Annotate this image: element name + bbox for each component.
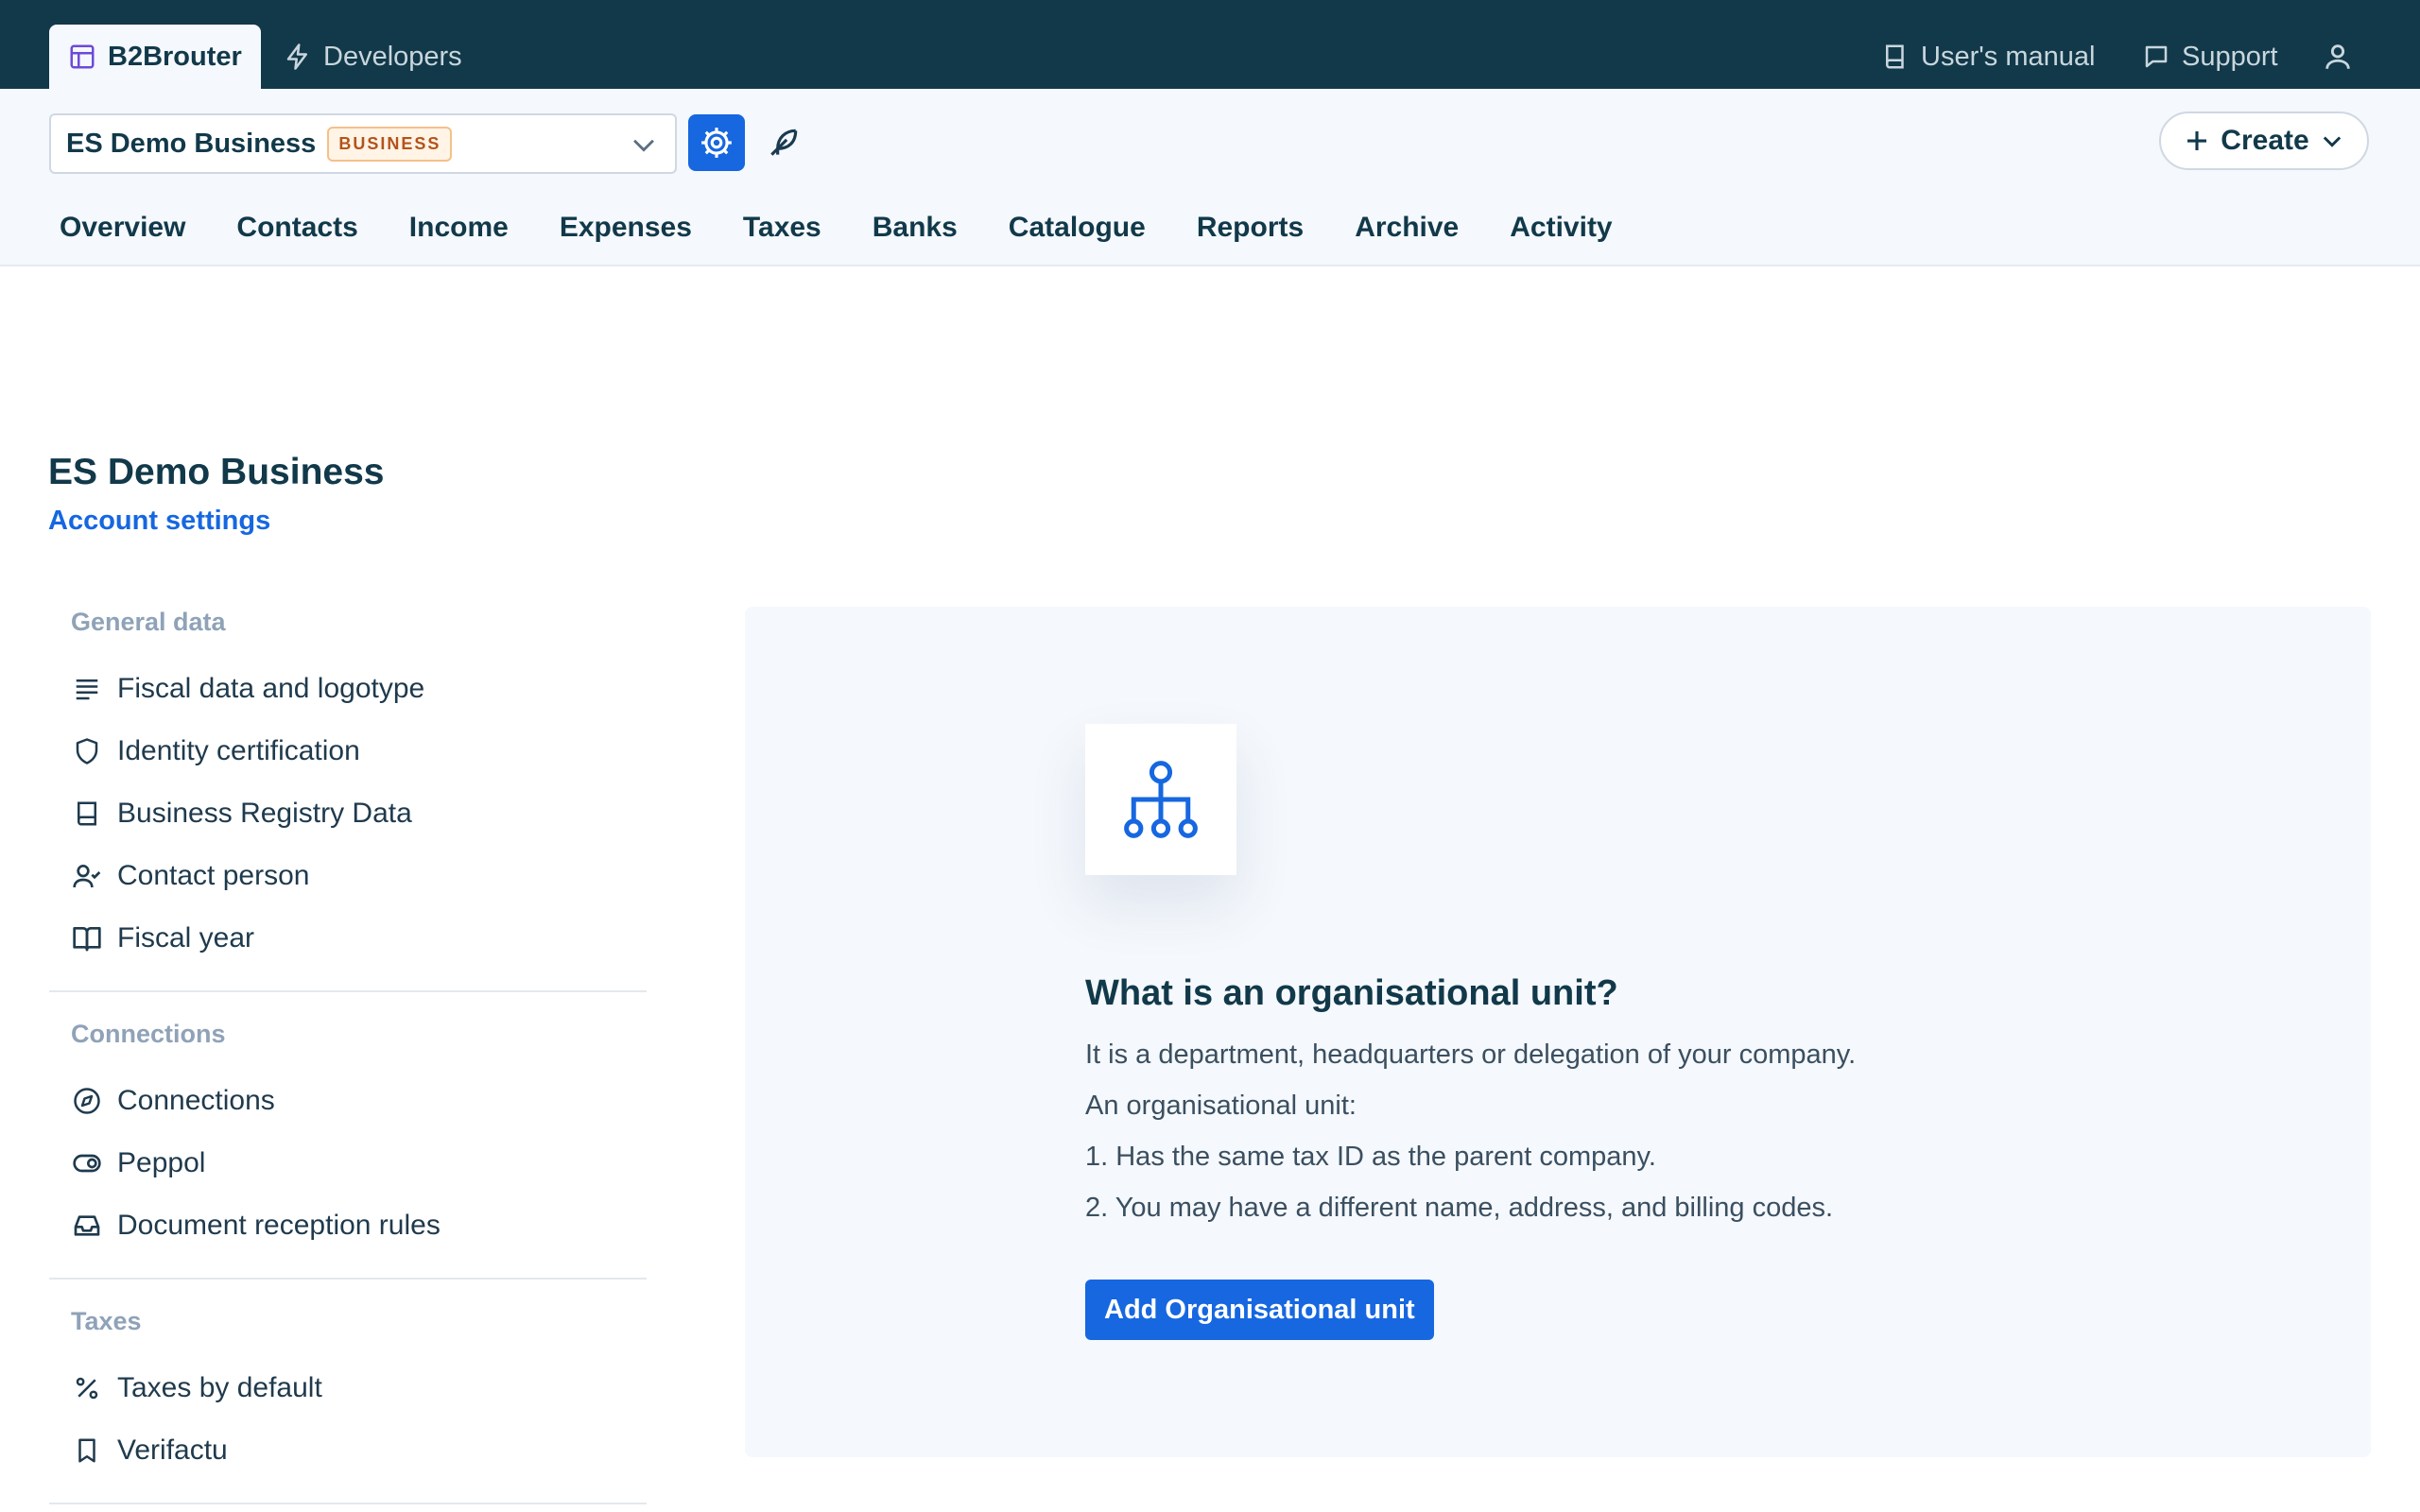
feather-button[interactable] (762, 121, 805, 164)
sidebar-item-connections[interactable]: Connections (49, 1070, 647, 1132)
sidebar-item-identity-certification[interactable]: Identity certification (49, 720, 647, 782)
account-selector[interactable]: ES Demo Business BUSINESS (49, 113, 677, 174)
empty-state-text: 1. Has the same tax ID as the parent com… (1085, 1142, 1656, 1172)
settings-button[interactable] (688, 114, 745, 171)
open-book-icon (72, 923, 102, 954)
feather-icon (766, 125, 802, 161)
empty-state-text: 2. You may have a different name, addres… (1085, 1193, 1834, 1223)
sidebar-divider (49, 1278, 647, 1280)
bolt-icon (284, 43, 312, 71)
sidebar-item-document-reception-rules[interactable]: Document reception rules (49, 1194, 647, 1257)
nav-contacts[interactable]: Contacts (211, 202, 383, 253)
organisational-unit-empty-state: What is an organisational unit? It is a … (745, 607, 2371, 1457)
nav-reports[interactable]: Reports (1171, 202, 1329, 253)
sidebar-item-label: Connections (117, 1085, 275, 1116)
app-tab-b2brouter[interactable]: B2Brouter (49, 25, 261, 89)
sidebar-item-contact-person[interactable]: Contact person (49, 845, 647, 907)
percent-icon (72, 1373, 102, 1403)
chevron-down-icon (2319, 128, 2345, 154)
app-tab-developers[interactable]: Developers (265, 25, 481, 89)
app-tab-label: B2Brouter (108, 41, 242, 72)
sidebar-divider (49, 1503, 647, 1504)
sidebar-item-label: Identity certification (117, 735, 360, 766)
book-icon (1881, 43, 1910, 71)
inbox-icon (72, 1211, 102, 1241)
create-label: Create (2221, 125, 2309, 156)
plan-badge: BUSINESS (327, 126, 453, 162)
sidebar-item-label: Fiscal data and logotype (117, 673, 425, 704)
create-button[interactable]: Create (2159, 112, 2369, 170)
empty-state-text: An organisational unit: (1085, 1091, 1357, 1121)
chevron-down-icon (628, 129, 660, 165)
user-icon (2322, 41, 2354, 73)
sidebar-item-label: Taxes by default (117, 1372, 322, 1403)
book-icon (72, 799, 102, 829)
toggle-icon (72, 1148, 102, 1178)
nav-taxes[interactable]: Taxes (717, 202, 847, 253)
nav-banks[interactable]: Banks (847, 202, 983, 253)
settings-sidebar: General data Fiscal data and logotype Id… (49, 586, 647, 1510)
sidebar-item-label: Fiscal year (117, 922, 255, 954)
empty-state-text: It is a department, headquarters or dele… (1085, 1040, 1857, 1070)
sidebar-item-peppol[interactable]: Peppol (49, 1132, 647, 1194)
support-label: Support (2182, 41, 2278, 72)
text-lines-icon (72, 674, 102, 704)
support-link[interactable]: Support (2142, 25, 2278, 89)
nav-income[interactable]: Income (384, 202, 534, 253)
user-menu-button[interactable] (2322, 25, 2354, 89)
plus-icon (2183, 127, 2211, 155)
app-tab-label: Developers (323, 41, 462, 72)
add-organisational-unit-button[interactable]: Add Organisational unit (1085, 1280, 1434, 1340)
sidebar-item-taxes-by-default[interactable]: Taxes by default (49, 1357, 647, 1419)
sidebar-group-title: Taxes (71, 1306, 142, 1335)
sidebar-item-fiscal-year[interactable]: Fiscal year (49, 907, 647, 970)
empty-state-title: What is an organisational unit? (1085, 973, 1618, 1013)
sidebar-item-label: Business Registry Data (117, 798, 412, 829)
sidebar-divider (49, 990, 647, 992)
sidebar-item-label: Peppol (117, 1147, 206, 1178)
nav-archive[interactable]: Archive (1329, 202, 1484, 253)
gear-icon (699, 125, 735, 161)
users-manual-link[interactable]: User's manual (1881, 25, 2095, 89)
nav-catalogue[interactable]: Catalogue (983, 202, 1171, 253)
compass-icon (72, 1086, 102, 1116)
main-nav: Overview Contacts Income Expenses Taxes … (34, 202, 1638, 253)
sidebar-group-title: Connections (71, 1019, 226, 1048)
illustration-tile (1085, 724, 1236, 875)
sidebar-item-label: Document reception rules (117, 1210, 441, 1241)
sidebar-item-label: Verifactu (117, 1435, 228, 1466)
nav-expenses[interactable]: Expenses (534, 202, 717, 253)
sidebar-item-verifactu[interactable]: Verifactu (49, 1419, 647, 1482)
sidebar-item-label: Contact person (117, 860, 310, 891)
top-bar: B2Brouter Developers User's manual Suppo… (0, 0, 2420, 89)
user-check-icon (72, 861, 102, 891)
page-title: ES Demo Business (48, 452, 385, 492)
bookmark-icon (72, 1435, 102, 1466)
nav-activity[interactable]: Activity (1484, 202, 1637, 253)
nav-overview[interactable]: Overview (34, 202, 211, 253)
sidebar-group-title: General data (71, 607, 226, 636)
account-name: ES Demo Business (66, 128, 317, 159)
org-chart-icon (1117, 756, 1204, 843)
shield-icon (72, 736, 102, 766)
sidebar-item-fiscal-data[interactable]: Fiscal data and logotype (49, 658, 647, 720)
page-subtitle: Account settings (48, 506, 271, 536)
chat-icon (2142, 43, 2170, 71)
sidebar-item-business-registry[interactable]: Business Registry Data (49, 782, 647, 845)
users-manual-label: User's manual (1921, 41, 2096, 72)
layout-icon (68, 43, 96, 71)
account-bar: ES Demo Business BUSINESS Create Overvie… (0, 89, 2420, 266)
